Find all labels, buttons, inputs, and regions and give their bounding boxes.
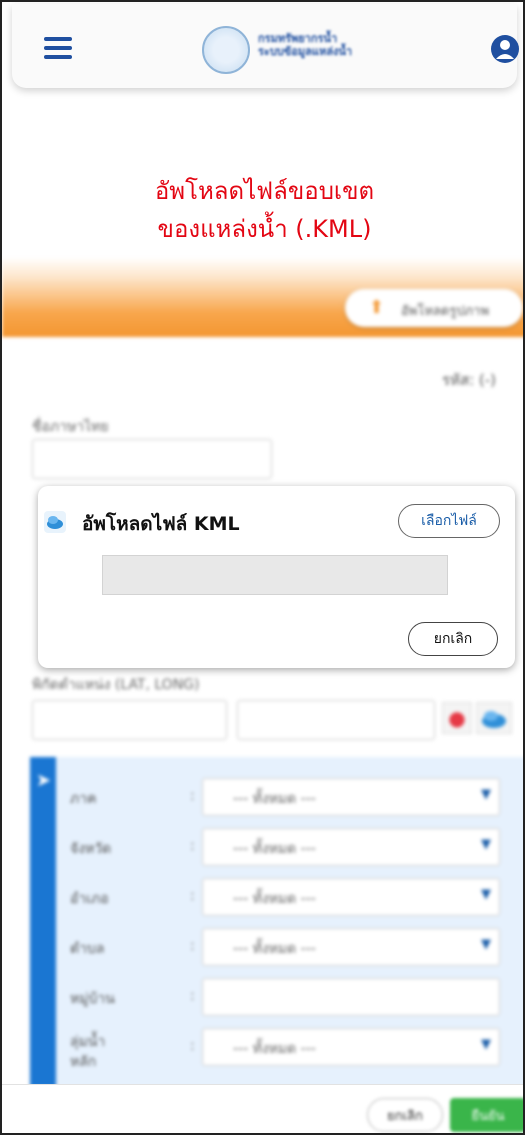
navigation-arrow-icon: ➤: [36, 770, 52, 791]
subdistrict-select-value: --- ทั้งหมด ---: [233, 941, 316, 957]
chevron-down-icon: ▼: [481, 787, 491, 802]
row-label-village: หมู่บ้าน: [70, 991, 115, 1007]
lat-input[interactable]: [32, 700, 227, 740]
map-pin-icon[interactable]: ●: [442, 702, 472, 734]
row-label-district: อำเภอ: [70, 891, 109, 907]
main-basin-select-value: --- ทั้งหมด ---: [233, 1041, 316, 1057]
upload-arrow-icon: ⬆: [369, 297, 385, 318]
coord-label: พิกัดตำแหน่ง (LAT, LONG): [32, 677, 200, 693]
logo-text: กรมทรัพยากรน้ำ ระบบข้อมูลแหล่งน้ำ: [258, 32, 353, 58]
choose-file-button[interactable]: เลือกไฟล์: [398, 504, 500, 538]
kml-upload-dialog: อัพโหลดไฟล์ KML เลือกไฟล์ ยกเลิก: [38, 486, 515, 668]
footer-confirm-button[interactable]: ยืนยัน: [450, 1098, 523, 1132]
region-select-value: --- ทั้งหมด ---: [233, 791, 316, 807]
village-input[interactable]: [202, 978, 500, 1016]
province-select-value: --- ทั้งหมด ---: [233, 841, 316, 857]
code-label: รหัส: (-): [442, 371, 497, 389]
row-label-subdistrict: ตำบล: [70, 941, 105, 957]
page-title-line2: ของแหล่งน้ำ (.KML): [157, 215, 372, 243]
subdistrict-select[interactable]: --- ทั้งหมด --- ▼: [202, 928, 500, 966]
dialog-cancel-button[interactable]: ยกเลิก: [408, 622, 498, 656]
logo: กรมทรัพยากรน้ำ ระบบข้อมูลแหล่งน้ำ: [202, 26, 362, 74]
page-title-line1: อัพโหลดไฟล์ขอบเขต: [154, 177, 375, 205]
district-select-value: --- ทั้งหมด ---: [233, 891, 316, 907]
province-select[interactable]: --- ทั้งหมด --- ▼: [202, 828, 500, 866]
footer-bar: ยกเลิก ยืนยัน: [2, 1084, 523, 1133]
main-basin-select[interactable]: --- ทั้งหมด --- ▼: [202, 1028, 500, 1066]
upload-picture-button[interactable]: ⬆ อัพโหลดรูปภาพ: [345, 289, 523, 327]
chevron-down-icon: ▼: [481, 887, 491, 902]
row-label-region: ภาค: [70, 791, 97, 807]
hamburger-menu-icon[interactable]: [44, 37, 72, 59]
kml-cloud-icon: [44, 511, 66, 533]
kml-cloud-button-icon[interactable]: [476, 702, 512, 734]
app-frame: ⬆ อัพโหลดรูปภาพ รหัส: (-) ชื่อภาษาไทย พิ…: [0, 0, 525, 1135]
chevron-down-icon: ▼: [481, 837, 491, 852]
file-name-field: [102, 555, 448, 595]
upload-picture-label: อัพโหลดรูปภาพ: [401, 304, 490, 319]
name-th-input[interactable]: [32, 439, 272, 479]
name-th-label: ชื่อภาษาไทย: [32, 419, 109, 435]
user-account-icon[interactable]: [490, 34, 520, 64]
row-label-main-basin: ลุ่มน้ำหลัก: [70, 1034, 106, 1070]
chevron-down-icon: ▼: [481, 1037, 491, 1052]
region-select[interactable]: --- ทั้งหมด --- ▼: [202, 778, 500, 816]
chevron-down-icon: ▼: [481, 937, 491, 952]
dialog-title: อัพโหลดไฟล์ KML: [82, 513, 240, 535]
app-header: กรมทรัพยากรน้ำ ระบบข้อมูลแหล่งน้ำ: [12, 4, 520, 88]
district-select[interactable]: --- ทั้งหมด --- ▼: [202, 878, 500, 916]
department-seal-icon: [202, 26, 250, 74]
row-label-province: จังหวัด: [70, 841, 112, 857]
long-input[interactable]: [237, 700, 435, 740]
footer-cancel-button[interactable]: ยกเลิก: [367, 1098, 443, 1132]
